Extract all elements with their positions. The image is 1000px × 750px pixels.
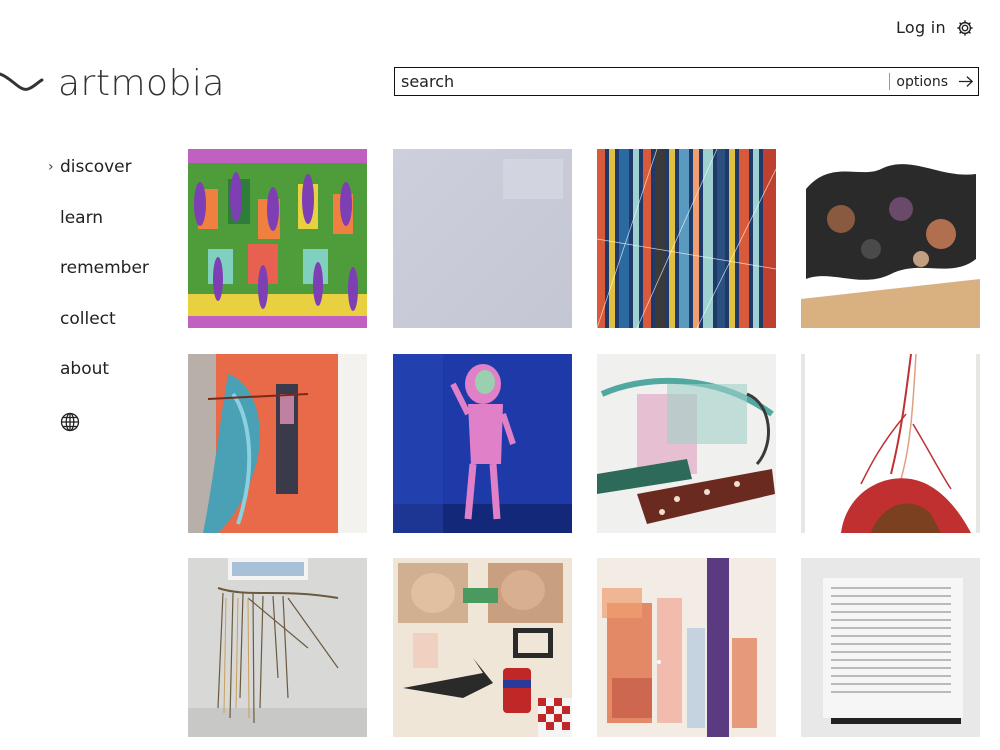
nav-item-learn[interactable]: learn (48, 203, 149, 254)
arrow-right-icon[interactable] (954, 68, 978, 95)
nav-label: discover (60, 157, 132, 177)
nav-label: remember (60, 258, 149, 278)
login-link[interactable]: Log in (896, 18, 946, 37)
nav-item-discover[interactable]: › discover (48, 152, 149, 203)
account-bar: Log in (896, 18, 974, 37)
artwork-thumbnail[interactable] (801, 149, 980, 328)
search-bar: options (394, 67, 979, 96)
nav-label: about (60, 359, 110, 379)
artwork-thumbnail[interactable] (597, 558, 776, 737)
main-nav: › discover learn remember collect about (48, 152, 149, 405)
artwork-thumbnail[interactable] (393, 354, 572, 533)
nav-item-about[interactable]: about (48, 354, 149, 405)
artwork-thumbnail[interactable] (597, 149, 776, 328)
artwork-thumbnail[interactable] (393, 149, 572, 328)
brand-name: artmobia (58, 62, 225, 104)
nav-label: learn (60, 207, 104, 228)
brand-logo[interactable]: artmobia (0, 58, 225, 108)
artwork-thumbnail[interactable] (801, 354, 980, 533)
artwork-thumbnail[interactable] (597, 354, 776, 533)
search-options-button[interactable]: options (889, 73, 954, 90)
globe-icon[interactable] (60, 412, 80, 432)
artwork-thumbnail[interactable] (188, 354, 367, 533)
artwork-thumbnail[interactable] (188, 149, 367, 328)
gear-icon[interactable] (956, 19, 974, 37)
chevron-right-icon: › (48, 159, 54, 175)
artwork-thumbnail[interactable] (801, 558, 980, 737)
artwork-thumbnail[interactable] (393, 558, 572, 737)
search-input[interactable] (395, 68, 890, 95)
artwork-grid (188, 149, 980, 750)
artwork-thumbnail[interactable] (188, 558, 367, 737)
logo-swoosh-icon (0, 72, 44, 91)
nav-label: collect (60, 308, 116, 329)
nav-item-collect[interactable]: collect (48, 304, 149, 355)
nav-item-remember[interactable]: remember (48, 253, 149, 304)
